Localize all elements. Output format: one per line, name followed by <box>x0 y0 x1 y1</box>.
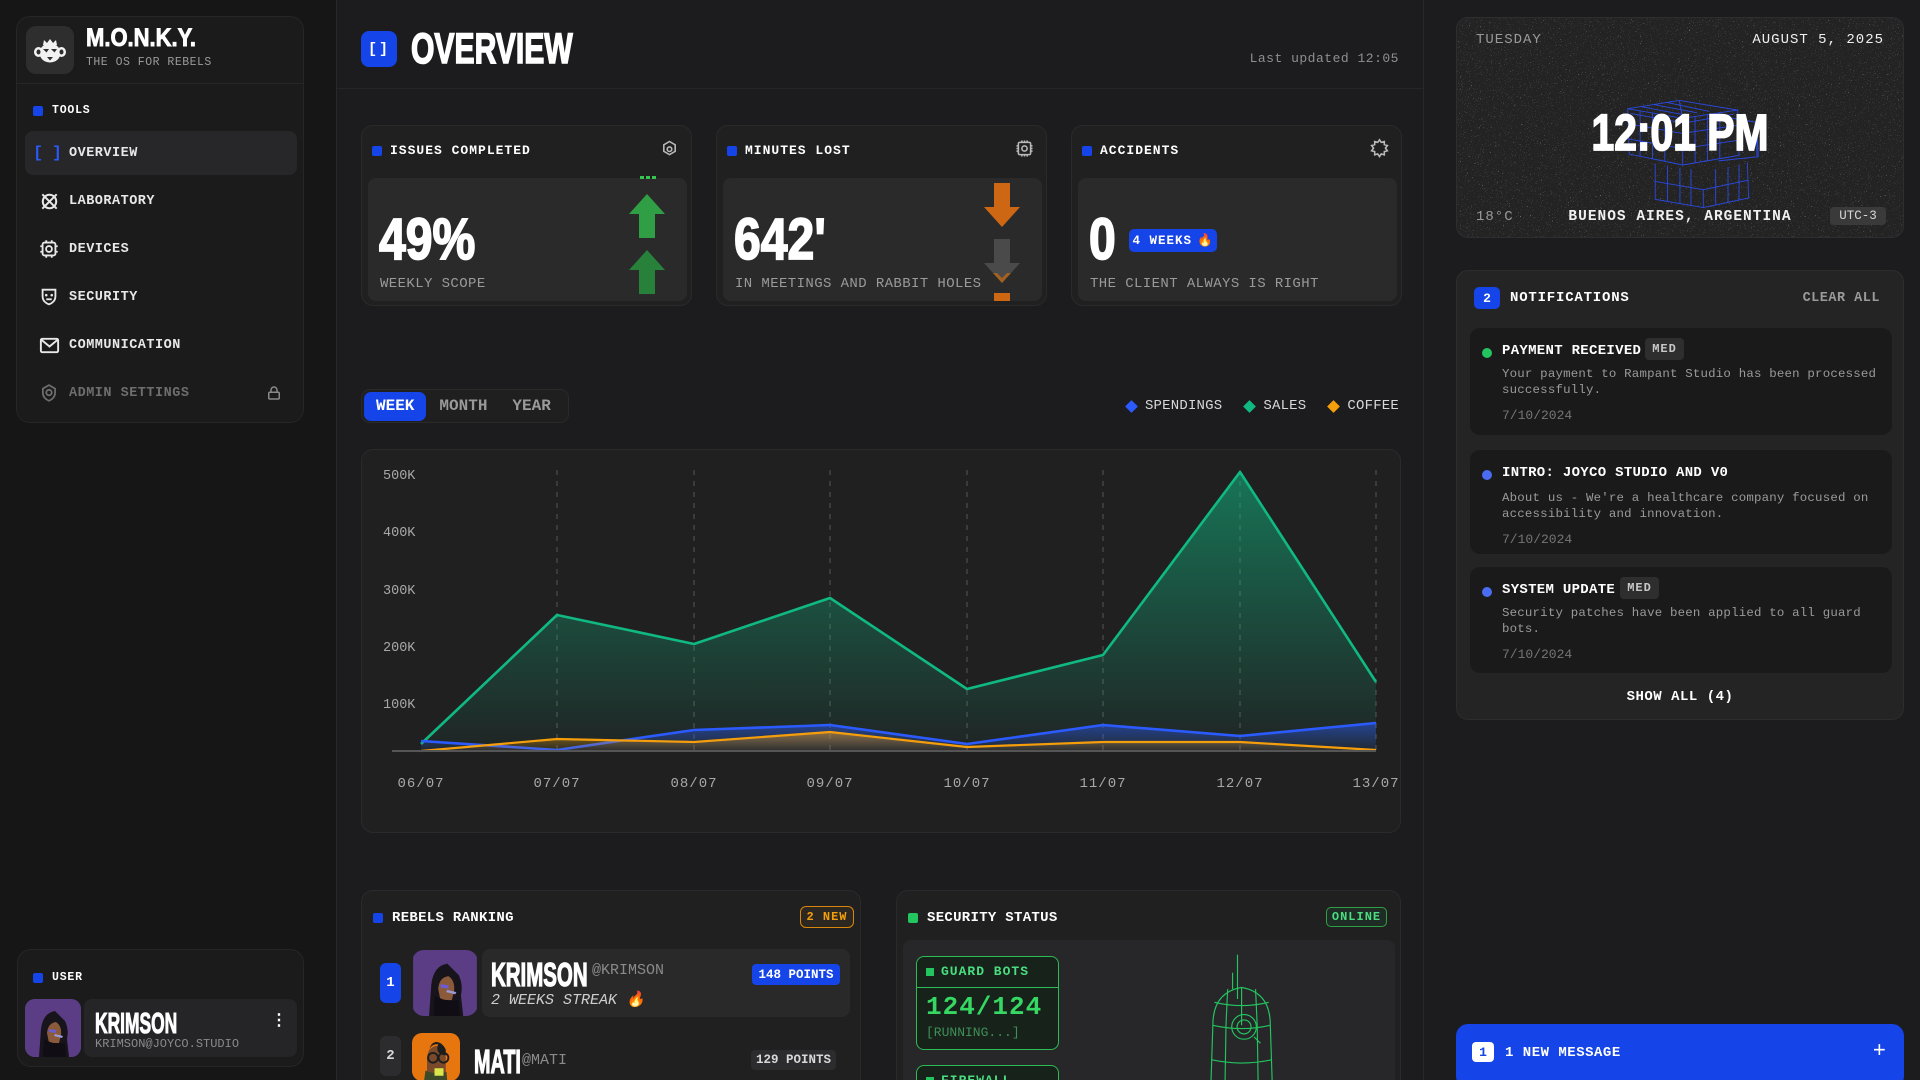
svg-text:08/07: 08/07 <box>670 776 717 792</box>
svg-text:200K: 200K <box>383 641 416 656</box>
svg-text:13/07: 13/07 <box>1352 776 1399 792</box>
svg-text:300K: 300K <box>383 584 416 599</box>
svg-text:10/07: 10/07 <box>943 776 990 792</box>
svg-text:06/07: 06/07 <box>397 776 444 792</box>
svg-text:11/07: 11/07 <box>1079 776 1126 792</box>
svg-text:12/07: 12/07 <box>1216 776 1263 792</box>
svg-text:07/07: 07/07 <box>533 776 580 792</box>
svg-text:09/07: 09/07 <box>806 776 853 792</box>
svg-text:500K: 500K <box>383 469 416 484</box>
svg-text:100K: 100K <box>383 698 416 713</box>
svg-text:400K: 400K <box>383 526 416 541</box>
